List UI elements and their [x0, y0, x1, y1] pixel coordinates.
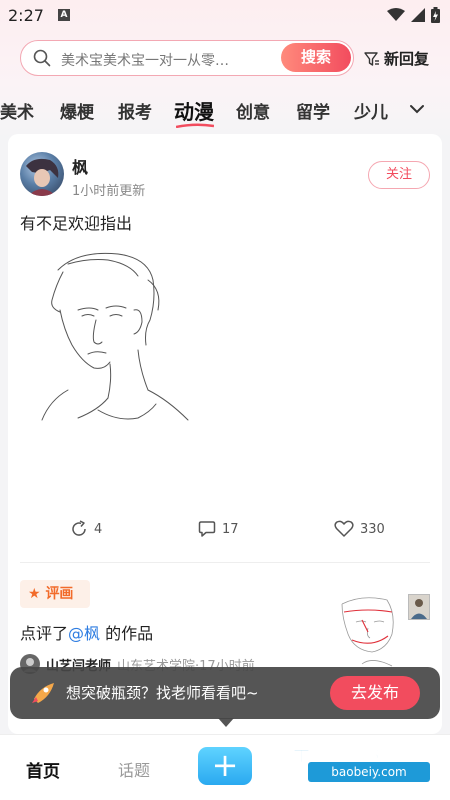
- tab-art[interactable]: 美术: [0, 98, 34, 123]
- avatar-art: [26, 158, 59, 196]
- post-card[interactable]: 枫 1小时前更新 关注 有不足欢迎指出 4 17 330 ★ 评画 点评了@枫 …: [8, 134, 442, 734]
- follow-button[interactable]: 关注: [368, 161, 430, 189]
- nav-home[interactable]: 首页: [26, 757, 60, 782]
- review-thumbnail-photo[interactable]: [408, 594, 430, 620]
- heart-icon: [334, 520, 354, 537]
- tab-exam[interactable]: 报考: [118, 98, 152, 123]
- like-action[interactable]: 330: [334, 520, 385, 538]
- category-tabs: 美术 爆梗 报考 动漫 创意 留学 少儿: [0, 96, 450, 128]
- site-watermark: 宝贝游戏网 baobeiy.com: [290, 734, 450, 794]
- author-name[interactable]: 枫: [72, 154, 88, 178]
- status-bar: 2:27 A: [0, 0, 450, 32]
- status-time: 2:27: [8, 6, 44, 25]
- post-sketch-image[interactable]: [38, 250, 198, 450]
- review-suffix: 的作品: [100, 624, 154, 643]
- photo-person: [411, 599, 427, 619]
- active-tab-underline: [176, 123, 214, 128]
- comment-action[interactable]: 17: [198, 520, 239, 538]
- share-count: 4: [94, 521, 103, 537]
- post-actions: 4 17 330: [8, 520, 442, 542]
- search-icon: [33, 49, 51, 67]
- card-divider: [20, 562, 430, 563]
- tab-meme[interactable]: 爆梗: [60, 98, 94, 123]
- review-mention[interactable]: @枫: [68, 624, 100, 643]
- tab-anime[interactable]: 动漫: [174, 96, 214, 128]
- go-publish-button[interactable]: 去发布: [330, 676, 420, 710]
- review-badge: ★ 评画: [20, 580, 90, 608]
- nav-topic[interactable]: 话题: [118, 757, 150, 781]
- publish-toast: 想突破瓶颈？找老师看看吧~ 去发布: [10, 667, 440, 719]
- review-prefix: 点评了: [20, 624, 69, 643]
- new-reply-button[interactable]: 新回复: [364, 48, 429, 69]
- publish-plus-button[interactable]: +: [198, 747, 252, 785]
- notification-a-icon: A: [58, 9, 70, 21]
- review-thumbnail-sketch[interactable]: [332, 594, 412, 674]
- tab-anime-label: 动漫: [174, 100, 214, 124]
- post-time: 1小时前更新: [72, 184, 146, 199]
- battery-icon: [431, 7, 440, 23]
- search-bar[interactable]: 美术宝美术宝一对一从零… 搜索: [20, 40, 354, 76]
- rocket-icon: [32, 683, 54, 703]
- review-badge-label: 评画: [45, 586, 74, 602]
- toast-pointer: [218, 718, 234, 727]
- review-text[interactable]: 点评了@枫 的作品: [20, 620, 153, 644]
- comment-icon: [198, 521, 216, 537]
- share-icon: [72, 520, 86, 536]
- like-count: 330: [360, 521, 385, 537]
- wifi-icon: [387, 8, 405, 21]
- comment-count: 17: [222, 521, 239, 537]
- search-placeholder[interactable]: 美术宝美术宝一对一从零…: [61, 50, 291, 70]
- tab-kids[interactable]: 少儿: [354, 98, 388, 123]
- star-icon: ★: [28, 586, 41, 602]
- tab-creative[interactable]: 创意: [236, 98, 270, 123]
- share-action[interactable]: 4: [70, 520, 102, 538]
- status-right: [387, 7, 440, 23]
- new-reply-label: 新回复: [384, 50, 430, 68]
- search-button[interactable]: 搜索: [281, 43, 351, 72]
- tab-study-abroad[interactable]: 留学: [296, 98, 330, 123]
- author-avatar[interactable]: [20, 152, 64, 196]
- signal-icon: [411, 8, 425, 22]
- chevron-down-icon[interactable]: [408, 100, 426, 118]
- filter-reply-icon: [364, 51, 379, 66]
- toast-message: 想突破瓶颈？找老师看看吧~: [66, 684, 259, 702]
- post-text: 有不足欢迎指出: [20, 214, 133, 233]
- watermark-url: baobeiy.com: [308, 762, 430, 782]
